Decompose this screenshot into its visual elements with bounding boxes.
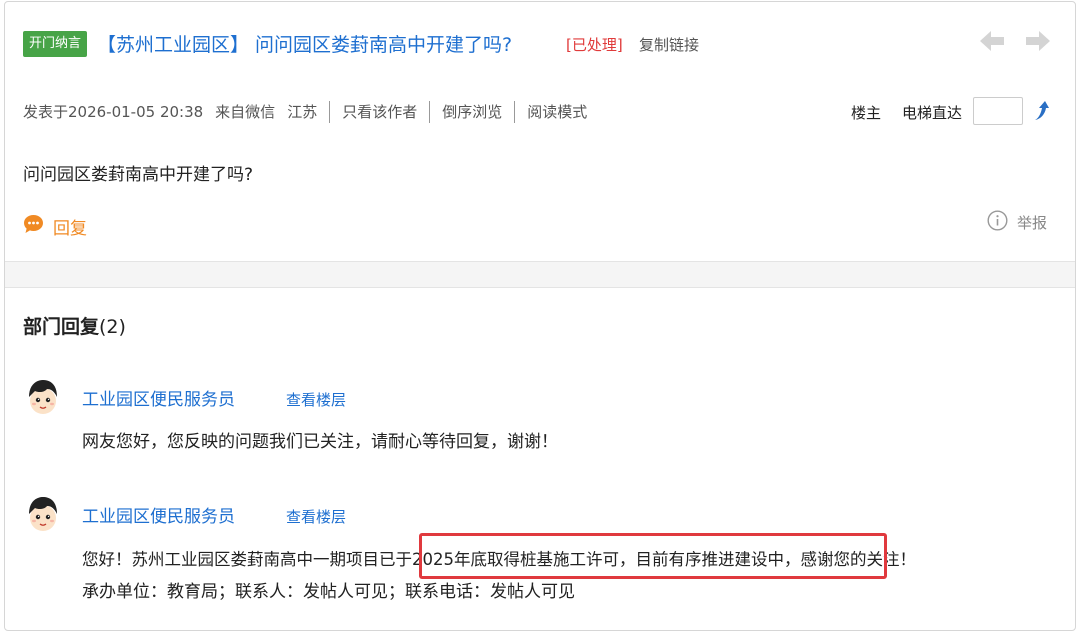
post-content: 问问园区娄葑南高中开建了吗? (23, 165, 254, 185)
status-badge: [已处理] (566, 36, 623, 54)
highlight-annotation (419, 533, 887, 579)
post-meta: 发表于2026-01-05 20:38 来自微信 江苏 只看该作者 倒序浏览 阅… (23, 100, 587, 124)
view-floor-link[interactable]: 查看楼层 (286, 505, 346, 529)
thread-title: 问问园区娄葑南高中开建了吗? (255, 34, 513, 56)
reply-label: 回复 (53, 218, 87, 239)
floor-jump-input[interactable] (973, 97, 1023, 125)
post-source: 来自微信 (215, 103, 276, 121)
report-label: 举报 (1017, 214, 1048, 232)
next-thread-arrow-icon[interactable] (1024, 28, 1052, 54)
info-circle-icon (987, 210, 1008, 235)
divider (429, 101, 431, 123)
department-replies-title: 部门回复 (23, 316, 100, 338)
thread-panel: 开门纳言 【苏州工业园区】 问问园区娄葑南高中开建了吗? [已处理] 复制链接 … (4, 1, 1076, 631)
divider (329, 101, 331, 123)
chat-bubble-icon (23, 214, 44, 238)
reply-author-link[interactable]: 工业园区便民服务员 (82, 388, 235, 412)
reply-button[interactable]: 回复 (23, 213, 87, 239)
department-replies-count: (2) (99, 316, 126, 338)
only-author-link[interactable]: 只看该作者 (342, 100, 417, 124)
reply-author-link[interactable]: 工业园区便民服务员 (82, 505, 235, 529)
reply-contact-info: 承办单位：教育局；联系人：发帖人可见；联系电话：发帖人可见 (82, 582, 575, 602)
post-location: 江苏 (287, 103, 318, 121)
avatar (25, 494, 61, 534)
thread-starter-label[interactable]: 楼主 (851, 101, 881, 125)
avatar (25, 377, 61, 417)
floor-jump-label: 电梯直达 (902, 104, 963, 122)
reverse-order-link[interactable]: 倒序浏览 (442, 100, 502, 124)
section-divider (5, 261, 1075, 288)
copy-link-button[interactable]: 复制链接 (639, 33, 699, 57)
region-link[interactable]: 【苏州工业园区】 (97, 32, 249, 58)
report-button[interactable]: 举报 (987, 210, 1047, 235)
divider (514, 101, 516, 123)
prev-thread-arrow-icon[interactable] (978, 28, 1006, 54)
category-tag[interactable]: 开门纳言 (23, 31, 88, 57)
reading-mode-link[interactable]: 阅读模式 (527, 100, 587, 124)
view-floor-link[interactable]: 查看楼层 (286, 388, 346, 412)
department-replies-heading: 部门回复(2) (23, 314, 126, 340)
reply-content: 网友您好，您反映的问题我们已关注，请耐心等待回复，谢谢！ (82, 432, 558, 452)
post-date: 发表于2026-01-05 20:38 (23, 103, 204, 121)
go-jump-icon[interactable] (1031, 99, 1053, 123)
